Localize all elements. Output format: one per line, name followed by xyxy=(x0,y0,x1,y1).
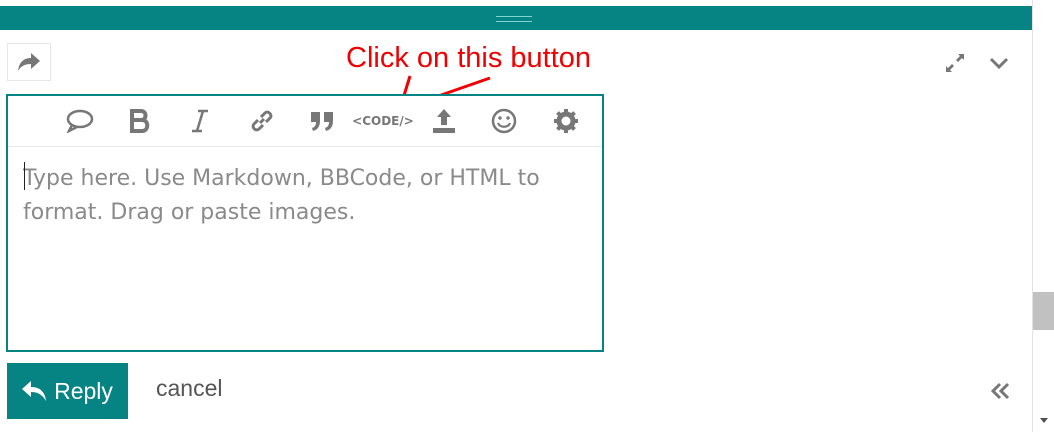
reply-arrow-icon xyxy=(22,381,47,401)
gear-icon xyxy=(554,109,578,133)
blockquote-button[interactable] xyxy=(306,105,338,137)
quote-reply-icon xyxy=(66,109,94,133)
cancel-link[interactable]: cancel xyxy=(156,375,222,402)
code-button[interactable]: <CODE/> xyxy=(348,105,418,137)
emoji-button[interactable] xyxy=(488,105,520,137)
chevron-down-icon[interactable] xyxy=(986,50,1012,76)
share-button[interactable] xyxy=(7,43,51,81)
text-caret xyxy=(24,162,25,190)
reply-label: Reply xyxy=(54,377,113,404)
quote-reply-button[interactable] xyxy=(64,105,96,137)
blockquote-icon xyxy=(311,112,333,131)
share-arrow-icon xyxy=(18,53,40,71)
scrollbar-thumb[interactable] xyxy=(1033,292,1054,330)
settings-button[interactable] xyxy=(550,105,582,137)
scroll-down-arrow-icon[interactable] xyxy=(1038,414,1050,426)
page-scrollbar[interactable] xyxy=(1032,0,1054,432)
resize-grip[interactable] xyxy=(496,16,532,22)
upload-icon xyxy=(433,109,455,133)
italic-button[interactable] xyxy=(184,105,216,137)
composer-editor: <CODE/> xyxy=(6,94,604,352)
code-icon: <CODE/> xyxy=(352,114,414,128)
emoji-icon xyxy=(491,108,517,134)
expand-icon[interactable] xyxy=(942,50,968,76)
composer-textarea[interactable] xyxy=(23,162,583,332)
composer-header-bar[interactable] xyxy=(0,6,1032,30)
italic-icon xyxy=(192,109,208,133)
bold-icon xyxy=(130,109,150,133)
bold-button[interactable] xyxy=(124,105,156,137)
editor-toolbar: <CODE/> xyxy=(8,96,602,147)
link-button[interactable] xyxy=(246,105,278,137)
reply-button[interactable]: Reply xyxy=(7,363,128,419)
upload-button[interactable] xyxy=(428,105,460,137)
link-icon xyxy=(251,110,273,132)
double-chevron-left-icon[interactable] xyxy=(988,380,1012,402)
